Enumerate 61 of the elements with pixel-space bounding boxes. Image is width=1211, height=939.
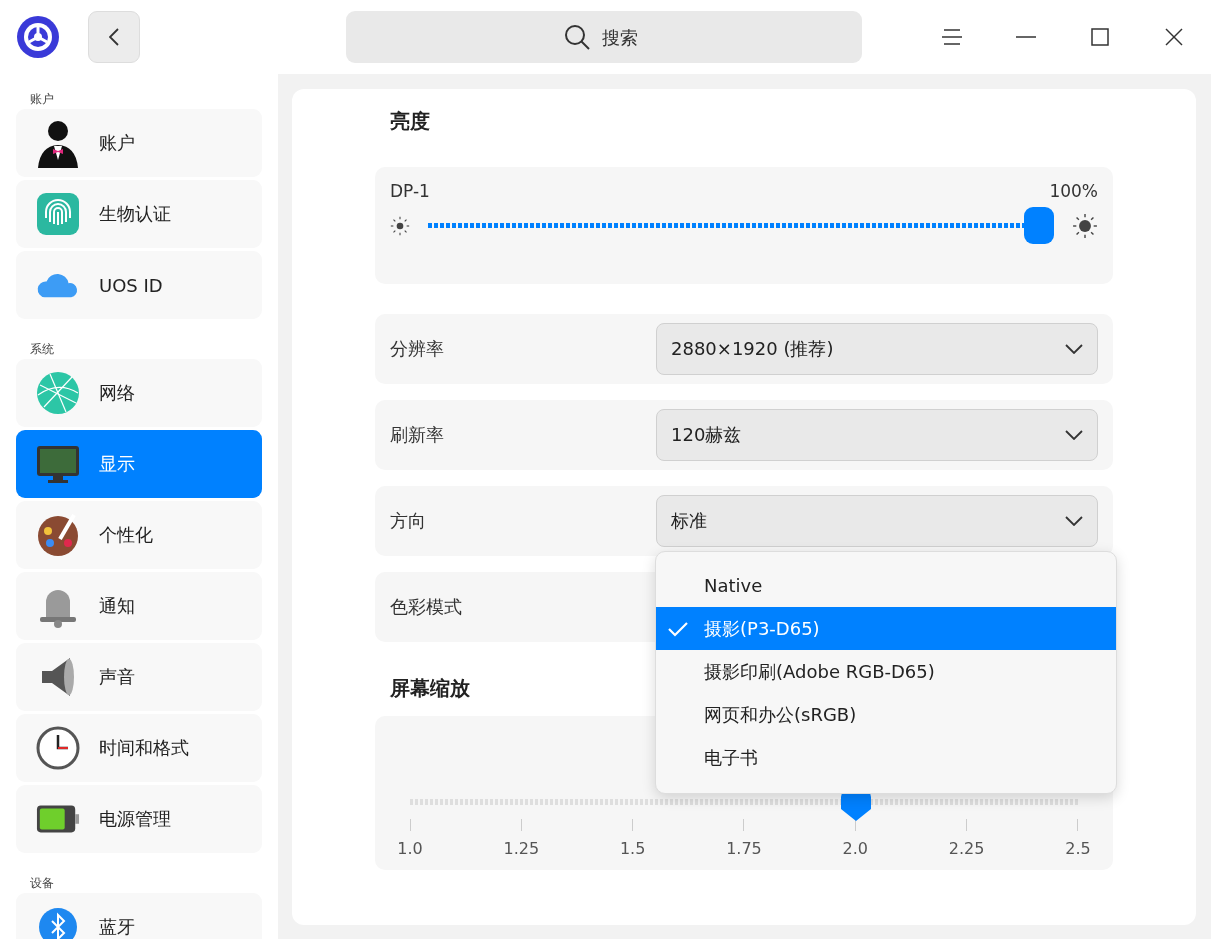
- menu-item[interactable]: Native: [656, 564, 1116, 607]
- menu-item[interactable]: 电子书: [656, 736, 1116, 779]
- menu-item[interactable]: 网页和办公(sRGB): [656, 693, 1116, 736]
- tick-label: 1.25: [503, 839, 540, 858]
- sidebar-item[interactable]: 生物认证: [16, 180, 262, 248]
- setting-label: 刷新率: [390, 423, 445, 447]
- fingerprint-icon: [36, 192, 80, 236]
- clock-icon: [36, 726, 80, 770]
- sidebar-item[interactable]: 个性化: [16, 501, 262, 569]
- chevron-down-icon: [1065, 516, 1083, 526]
- sidebar-item[interactable]: 账户: [16, 109, 262, 177]
- dropdown-select[interactable]: 120赫兹: [656, 409, 1098, 461]
- tick-label: 2.25: [948, 839, 985, 858]
- sidebar-item[interactable]: 网络: [16, 359, 262, 427]
- minimize-icon: [1016, 36, 1036, 38]
- section-title: 设备: [30, 876, 55, 890]
- setting-label: 方向: [390, 509, 427, 533]
- tick-label: 1.75: [726, 839, 762, 858]
- slider-handle[interactable]: [1024, 207, 1054, 244]
- settings-app-logo: [16, 15, 60, 59]
- close-icon: [1165, 28, 1183, 46]
- brightness-reading: 100%: [1049, 181, 1098, 201]
- tick-label: 1.5: [619, 839, 646, 858]
- sidebar-item[interactable]: 显示: [16, 430, 262, 498]
- chevron-down-icon: [1065, 344, 1083, 354]
- section-title: 屏幕缩放: [390, 674, 470, 702]
- sidebar-item[interactable]: 电源管理: [16, 785, 262, 853]
- section-title: 账户: [30, 92, 55, 106]
- battery-icon: [36, 804, 80, 834]
- setting-label: 分辨率: [390, 337, 445, 361]
- brightness-slider[interactable]: [428, 207, 1054, 244]
- menu-item[interactable]: 摄影(P3-D65): [656, 607, 1116, 650]
- search-icon: [564, 24, 590, 50]
- sidebar-item[interactable]: 通知: [16, 572, 262, 640]
- sidebar-item[interactable]: UOS ID: [16, 251, 262, 319]
- menu-item[interactable]: 摄影印刷(Adobe RGB-D65): [656, 650, 1116, 693]
- chevron-left-icon: [109, 28, 119, 46]
- monitor-icon: [36, 444, 80, 484]
- chevron-down-icon: [1065, 430, 1083, 440]
- tick-label: 2.5: [1065, 839, 1091, 858]
- palette-icon: [36, 513, 80, 557]
- brightness-high-icon: [1072, 212, 1098, 239]
- bluetooth-icon: [38, 907, 78, 939]
- tick-label: 2.0: [842, 839, 869, 858]
- sidebar-item[interactable]: 声音: [16, 643, 262, 711]
- section-title: 系统: [30, 342, 55, 356]
- sidebar-item[interactable]: 时间和格式: [16, 714, 262, 782]
- checkmark-icon: [668, 620, 688, 637]
- person-silhouette-icon: [36, 118, 80, 168]
- search-field[interactable]: 搜索: [346, 11, 862, 63]
- section-title: 亮度: [390, 107, 430, 135]
- maximize-icon: [1091, 28, 1109, 46]
- brightness-low-icon: [390, 215, 410, 236]
- tick-label: 1.0: [397, 839, 423, 858]
- monitor-name: DP-1: [390, 181, 430, 201]
- menu-icon: [942, 28, 962, 46]
- globe-icon: [36, 371, 80, 415]
- dropdown-select[interactable]: 2880×1920 (推荐): [656, 323, 1098, 375]
- sidebar-item[interactable]: 蓝牙: [16, 893, 262, 939]
- setting-label: 色彩模式: [390, 595, 463, 619]
- dropdown-select[interactable]: 标准: [656, 495, 1098, 547]
